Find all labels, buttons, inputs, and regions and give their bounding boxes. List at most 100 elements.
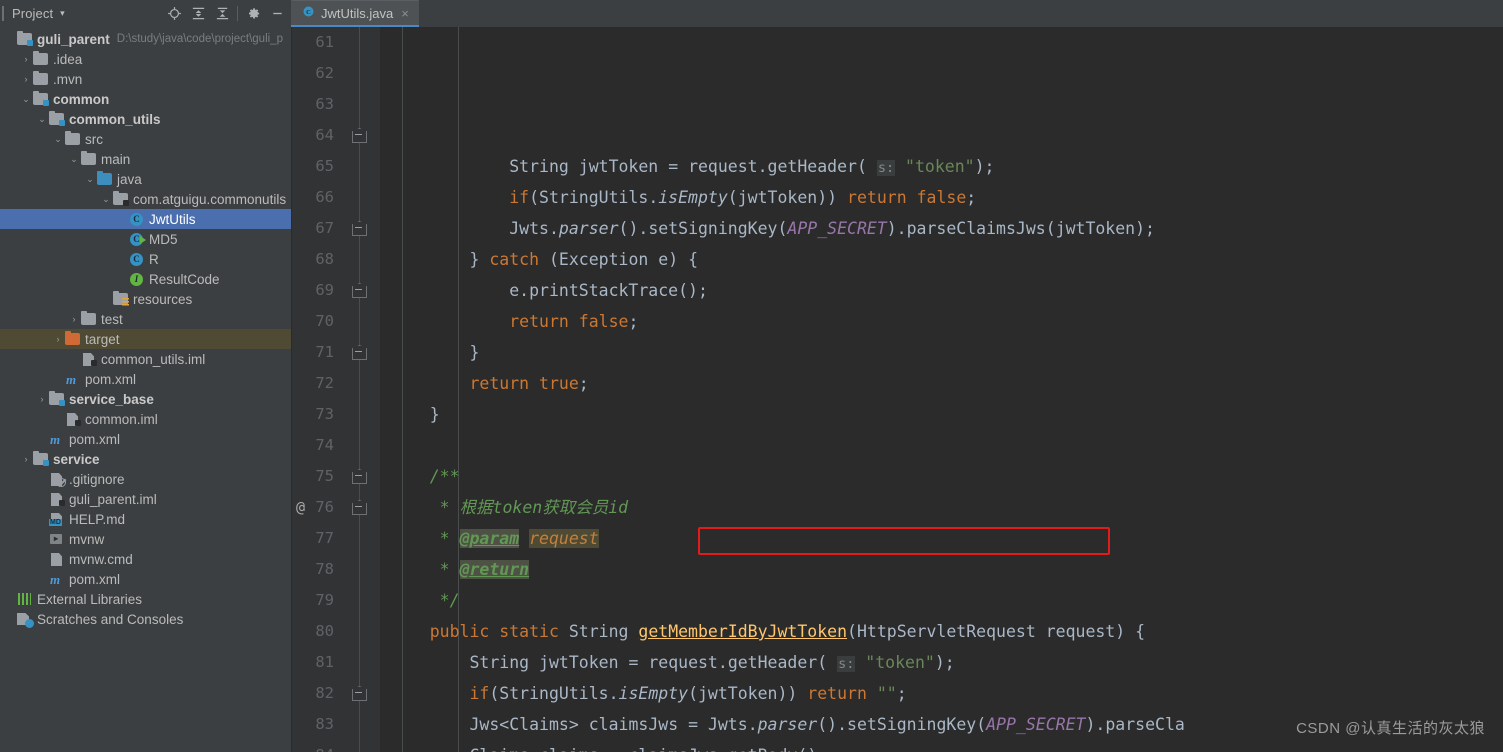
tree-node-mvnw-cmd[interactable]: ›mvnw.cmd xyxy=(0,549,291,569)
tree-expand-arrow[interactable]: › xyxy=(20,54,32,64)
code-line[interactable]: return false; xyxy=(390,306,1503,337)
project-tree[interactable]: › guli_parent D:\study\java\code\project\g… xyxy=(0,27,291,752)
tree-node-idea[interactable]: › .idea xyxy=(0,49,291,69)
code-line[interactable]: String jwtToken = request.getHeader( s: … xyxy=(390,151,1503,182)
collapse-all-icon[interactable] xyxy=(210,2,234,26)
tree-node-pom-xml[interactable]: ›mpom.xml xyxy=(0,429,291,449)
tree-node-guli-parent[interactable]: ›guli_parentD:\study\java\code\project\g… xyxy=(0,29,291,49)
chevron-down-icon[interactable]: ▾ xyxy=(60,9,65,18)
tree-node-resultcode[interactable]: ›IResultCode xyxy=(0,269,291,289)
code-line[interactable]: Claims claims = claimsJws.getBody(); xyxy=(390,740,1503,752)
folder-icon xyxy=(32,71,49,87)
tree-node-main[interactable]: ⌄ main xyxy=(0,149,291,169)
code-line[interactable] xyxy=(390,430,1503,461)
tree-expand-arrow[interactable]: ⌄ xyxy=(20,94,32,105)
code-line[interactable]: if(StringUtils.isEmpty(jwtToken)) return… xyxy=(390,678,1503,709)
line-number[interactable]: 62 xyxy=(292,58,380,89)
line-number[interactable]: 79 xyxy=(292,585,380,616)
code-line[interactable]: * @param request xyxy=(390,523,1503,554)
line-number[interactable]: 74 xyxy=(292,430,380,461)
code-line[interactable]: } catch (Exception e) { xyxy=(390,244,1503,275)
maven-file-icon: m xyxy=(50,432,61,447)
tree-node-mvn[interactable]: › .mvn xyxy=(0,69,291,89)
tree-expand-arrow[interactable]: › xyxy=(36,394,48,404)
expand-all-icon[interactable] xyxy=(186,2,210,26)
code-line[interactable]: return true; xyxy=(390,368,1503,399)
settings-gear-icon[interactable] xyxy=(241,2,265,26)
code-line[interactable]: */ xyxy=(390,585,1503,616)
locate-icon[interactable] xyxy=(162,2,186,26)
line-number[interactable]: 63 xyxy=(292,89,380,120)
code-line[interactable]: if(StringUtils.isEmpty(jwtToken)) return… xyxy=(390,182,1503,213)
code-line[interactable]: String jwtToken = request.getHeader( s: … xyxy=(390,647,1503,678)
code-line[interactable]: * @return xyxy=(390,554,1503,585)
line-number[interactable]: 77 xyxy=(292,523,380,554)
tree-expand-arrow[interactable]: ⌄ xyxy=(84,174,96,185)
tree-node-gitignore[interactable]: ›.gitignore xyxy=(0,469,291,489)
tree-node-test[interactable]: › test xyxy=(0,309,291,329)
code-line[interactable]: } xyxy=(390,337,1503,368)
tree-expand-arrow[interactable]: › xyxy=(52,334,64,344)
line-number[interactable]: 78 xyxy=(292,554,380,585)
tree-node-pom-xml[interactable]: ›mpom.xml xyxy=(0,569,291,589)
tree-node-resources[interactable]: ›resources xyxy=(0,289,291,309)
tree-node-r[interactable]: ›CR xyxy=(0,249,291,269)
tree-expand-arrow[interactable]: ⌄ xyxy=(36,114,48,125)
line-number[interactable]: 70 xyxy=(292,306,380,337)
tree-expand-arrow[interactable]: ⌄ xyxy=(68,154,80,165)
tree-node-java[interactable]: ⌄ java xyxy=(0,169,291,189)
annotation-gutter-icon[interactable]: @ xyxy=(296,492,305,523)
tree-node-target[interactable]: › target xyxy=(0,329,291,349)
tree-node-guli-parent-iml[interactable]: ›guli_parent.iml xyxy=(0,489,291,509)
tree-expand-arrow[interactable]: ⌄ xyxy=(52,134,64,145)
editor-scrollbar[interactable] xyxy=(1489,27,1503,752)
line-number[interactable]: 61 xyxy=(292,27,380,58)
tree-expand-arrow[interactable]: ⌄ xyxy=(100,194,112,205)
minimize-icon[interactable] xyxy=(265,2,289,26)
line-number-gutter[interactable]: 61 62 63 64 65 66 67 68 69 70 71 72 73 74 75 76 @77 78 79 8… xyxy=(292,27,380,752)
tree-node-mvnw[interactable]: ›▸mvnw xyxy=(0,529,291,549)
code-line[interactable]: e.printStackTrace(); xyxy=(390,275,1503,306)
tree-node-label: ResultCode xyxy=(149,271,220,287)
tree-node-src[interactable]: ⌄ src xyxy=(0,129,291,149)
tree-node-common-iml[interactable]: ›common.iml xyxy=(0,409,291,429)
tree-node-label: R xyxy=(149,251,159,267)
tree-node-help-md[interactable]: ›MDHELP.md xyxy=(0,509,291,529)
top-toolbar: Project ▾ C JwtUtils.java × xyxy=(0,0,1503,27)
line-number[interactable]: 80 xyxy=(292,616,380,647)
code-line[interactable]: * 根据token获取会员id xyxy=(390,492,1503,523)
iml-file-icon xyxy=(64,411,81,427)
tree-node-pom-xml[interactable]: ›mpom.xml xyxy=(0,369,291,389)
close-icon[interactable]: × xyxy=(401,6,409,21)
tree-node-service-base[interactable]: › service_base xyxy=(0,389,291,409)
line-number[interactable]: 73 xyxy=(292,399,380,430)
line-number[interactable]: 83 xyxy=(292,709,380,740)
code-line[interactable]: } xyxy=(390,399,1503,430)
tree-node-label: mvnw.cmd xyxy=(69,551,133,567)
code-line[interactable]: /** xyxy=(390,461,1503,492)
tree-node-com-atguigu-commonutils[interactable]: ⌄ com.atguigu.commonutils xyxy=(0,189,291,209)
code-content[interactable]: String jwtToken = request.getHeader( s: … xyxy=(380,27,1503,752)
code-line[interactable]: public static String getMemberIdByJwtTok… xyxy=(390,616,1503,647)
tree-expand-arrow[interactable]: › xyxy=(68,314,80,324)
line-number[interactable]: 66 xyxy=(292,182,380,213)
project-tool-label[interactable]: Project xyxy=(6,6,53,21)
line-number[interactable]: 84 xyxy=(292,740,380,752)
tree-node-service[interactable]: › service xyxy=(0,449,291,469)
tree-node-md5[interactable]: ›CMD5 xyxy=(0,229,291,249)
tree-expand-arrow[interactable]: › xyxy=(20,454,32,464)
line-number[interactable]: 72 xyxy=(292,368,380,399)
tree-node-common-utils[interactable]: ⌄ common_utils xyxy=(0,109,291,129)
code-line[interactable]: Jwts.parser().setSigningKey(APP_SECRET).… xyxy=(390,213,1503,244)
tree-node-jwtutils[interactable]: ›CJwtUtils xyxy=(0,209,291,229)
tree-node-external-libraries[interactable]: ›External Libraries xyxy=(0,589,291,609)
line-number[interactable]: 68 xyxy=(292,244,380,275)
line-number[interactable]: 65 xyxy=(292,151,380,182)
line-number[interactable]: 81 xyxy=(292,647,380,678)
editor-tab-jwtutils[interactable]: C JwtUtils.java × xyxy=(291,0,419,26)
tree-node-common-utils-iml[interactable]: ›common_utils.iml xyxy=(0,349,291,369)
tree-node-scratches-and-consoles[interactable]: ›Scratches and Consoles xyxy=(0,609,291,629)
code-editor[interactable]: 61 62 63 64 65 66 67 68 69 70 71 72 73 74 75 76 @77 78 79 8… xyxy=(292,27,1503,752)
tree-expand-arrow[interactable]: › xyxy=(20,74,32,84)
tree-node-common[interactable]: ⌄ common xyxy=(0,89,291,109)
